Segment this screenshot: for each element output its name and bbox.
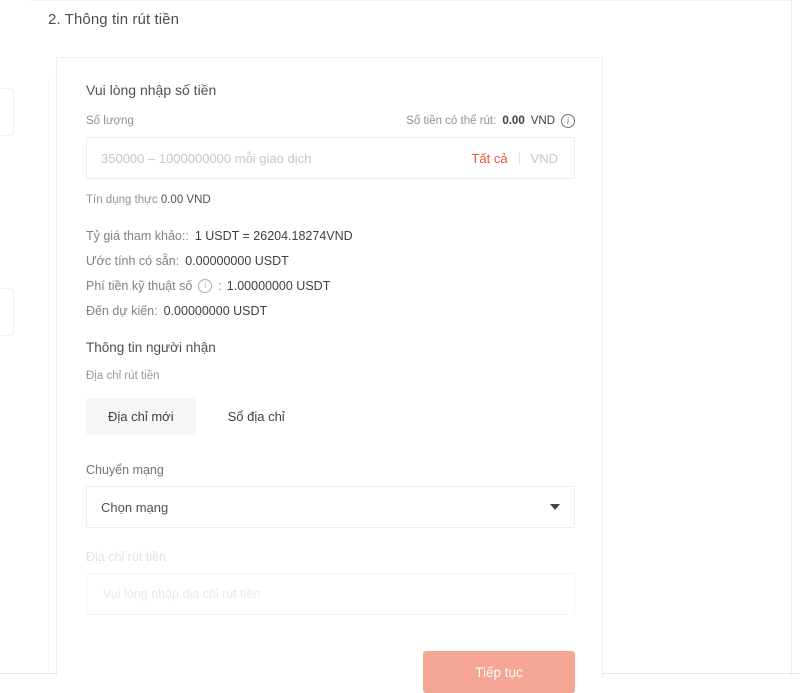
page-title: 2. Thông tin rút tiền xyxy=(48,11,180,28)
detail-label: Phí tiền kỹ thuật số xyxy=(86,278,193,293)
detail-row-rate: Tỷ giá tham khảo:: 1 USDT = 26204.18274V… xyxy=(86,223,575,248)
withdraw-address-input[interactable] xyxy=(101,586,560,602)
available-balance-unit: VND xyxy=(530,115,555,127)
network-select[interactable]: Chọn mạng xyxy=(86,486,575,528)
real-credit-value: 0.00 VND xyxy=(160,194,211,206)
max-amount-button[interactable]: Tất cả xyxy=(471,151,507,166)
recipient-section-title: Thông tin người nhận xyxy=(86,340,216,355)
network-select-value: Chọn mạng xyxy=(101,499,169,515)
available-balance-value: 0.00 xyxy=(502,115,525,127)
network-label: Chuyển mạng xyxy=(86,463,164,477)
recipient-address-label: Địa chỉ rút tiền xyxy=(86,370,160,382)
edge-cutoff-card-bottom xyxy=(0,288,14,336)
page-top-rule xyxy=(30,0,791,1)
detail-row-network-fee: Phí tiền kỹ thuật số i : 1.00000000 USDT xyxy=(86,273,575,298)
amount-section-title: Vui lòng nhập số tiền xyxy=(86,82,217,98)
tab-new-address[interactable]: Địa chỉ mới xyxy=(86,398,196,435)
available-balance: Số tiền có thể rút: 0.00 VND i xyxy=(406,114,575,128)
info-circle-icon[interactable]: i xyxy=(561,114,575,128)
info-circle-icon[interactable]: i xyxy=(198,278,213,293)
detail-value: 1.00000000 USDT xyxy=(226,278,331,293)
detail-label: Ước tính có sẵn: xyxy=(86,253,180,268)
amount-currency-label: VND xyxy=(530,150,558,166)
withdraw-address-label: Địa chỉ rút tiền xyxy=(86,550,166,564)
withdraw-form-card: Vui lòng nhập số tiền Số lượng Số tiền c… xyxy=(56,57,603,693)
network-group: Chuyển mạng Chọn mạng xyxy=(86,463,575,528)
quantity-label: Số lượng xyxy=(86,115,134,127)
submit-row: Tiếp tục xyxy=(86,651,575,693)
page-right-rule xyxy=(791,0,792,676)
chevron-down-icon[interactable] xyxy=(550,504,560,510)
amount-input-field[interactable]: Tất cả VND xyxy=(86,137,575,179)
withdraw-address-group: Địa chỉ rút tiền xyxy=(86,550,575,615)
edge-cutoff-card-top xyxy=(0,88,14,136)
continue-button[interactable]: Tiếp tục xyxy=(423,651,575,693)
details-list: Tỷ giá tham khảo:: 1 USDT = 26204.18274V… xyxy=(86,223,575,323)
tab-address-book[interactable]: Sổ địa chỉ xyxy=(206,398,307,435)
detail-value: 0.00000000 USDT xyxy=(163,303,268,318)
detail-separator: : xyxy=(218,278,222,293)
withdraw-address-field[interactable] xyxy=(86,573,575,615)
amount-input[interactable] xyxy=(87,138,472,178)
amount-meta-row: Số lượng Số tiền có thể rút: 0.00 VND i xyxy=(86,114,575,128)
detail-label: Tỷ giá tham khảo:: xyxy=(86,228,189,243)
real-credit-row: Tín dụng thực 0.00 VND xyxy=(86,194,575,206)
available-balance-label: Số tiền có thể rút: xyxy=(406,115,497,127)
address-mode-tabs: Địa chỉ mới Sổ địa chỉ xyxy=(86,398,575,435)
detail-row-expected-arrival: Đến dự kiến: 0.00000000 USDT xyxy=(86,298,575,323)
detail-value: 0.00000000 USDT xyxy=(185,253,289,268)
field-divider xyxy=(518,151,520,165)
amount-field-actions: Tất cả VND xyxy=(471,151,574,166)
detail-label: Đến dự kiến: xyxy=(86,303,158,318)
detail-value: 1 USDT = 26204.18274VND xyxy=(194,228,353,243)
detail-row-estimated-available: Ước tính có sẵn: 0.00000000 USDT xyxy=(86,248,575,273)
real-credit-label: Tín dụng thực xyxy=(86,194,158,206)
edge-vertical-rule xyxy=(48,78,49,672)
withdraw-page: 2. Thông tin rút tiền Vui lòng nhập số t… xyxy=(0,0,800,693)
